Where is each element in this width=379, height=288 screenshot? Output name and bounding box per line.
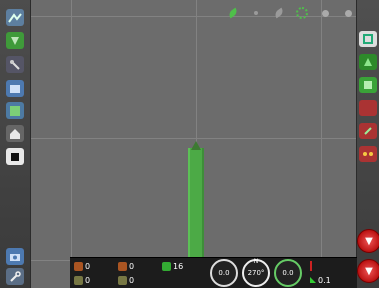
lower-down-button[interactable]: ▼ (357, 259, 379, 283)
leaf-gray-icon[interactable] (272, 6, 286, 20)
grid-line (321, 0, 322, 288)
coverage-icon (162, 261, 171, 271)
status-cell: 16 (162, 259, 183, 273)
cross-track-value: 0.0 (282, 269, 294, 277)
grid-line (71, 0, 72, 288)
value-r1a: 0 (85, 261, 91, 271)
value-r2a: 0 (85, 275, 91, 285)
bottom-status-bar: 0 0 16 0 0 0.0 270° N 0.0 0.1 (70, 257, 357, 288)
map-view[interactable] (30, 0, 357, 288)
guidance-icon[interactable] (6, 32, 24, 49)
vehicle-icon (191, 141, 201, 150)
speed-gauge: 0.0 (210, 259, 238, 287)
grid-line (30, 138, 357, 139)
heading-value: 270° (247, 269, 265, 277)
screen-icon[interactable] (6, 80, 24, 97)
field-icon[interactable] (6, 102, 24, 119)
rate-icon (118, 275, 127, 285)
status-cell: 0 (118, 259, 134, 273)
coverage-icon[interactable] (359, 54, 377, 70)
value-bottom-right: 0.1 (318, 275, 331, 285)
left-toolbar (0, 0, 31, 288)
status-bar (226, 6, 355, 20)
status-cell: 0.1 (310, 273, 331, 287)
globe-icon[interactable] (6, 9, 24, 26)
section-down-button[interactable]: ▼ (357, 229, 379, 253)
status-cell: 0 (74, 273, 90, 287)
camera-icon[interactable] (6, 248, 24, 265)
value-r2b: 0 (129, 275, 135, 285)
leaf-icon[interactable] (226, 6, 240, 20)
blank-icon[interactable] (359, 100, 377, 116)
tools-icon[interactable] (6, 56, 24, 73)
status-cell: 0 (118, 273, 134, 287)
dot-icon (249, 6, 263, 20)
status-cell (310, 259, 314, 273)
red-bar-icon (310, 261, 312, 271)
cross-track-gauge: 0.0 (274, 259, 302, 287)
gps-icon[interactable] (318, 6, 332, 20)
value-r1c: 16 (173, 261, 184, 271)
section-icon (118, 261, 127, 271)
pen-icon[interactable] (359, 123, 377, 139)
section-icon (74, 261, 83, 271)
black-square-icon[interactable] (6, 148, 24, 165)
north-label: N (253, 258, 259, 265)
speed-value: 0.0 (218, 269, 230, 277)
right-toolbar: ▼ ▼ (356, 0, 379, 288)
dot-icon (341, 6, 355, 20)
view-icon[interactable] (359, 31, 377, 47)
settings-wrench-icon[interactable] (6, 268, 24, 285)
tram-icon[interactable] (359, 146, 377, 162)
rate-icon (74, 275, 83, 285)
status-cell: 0 (74, 259, 90, 273)
field-icon[interactable] (359, 77, 377, 93)
home-icon[interactable] (6, 125, 24, 142)
green-flag-icon (310, 277, 316, 283)
value-r1b: 0 (129, 261, 135, 271)
heading-gauge: 270° N (242, 258, 270, 287)
gear-icon[interactable] (295, 6, 309, 20)
